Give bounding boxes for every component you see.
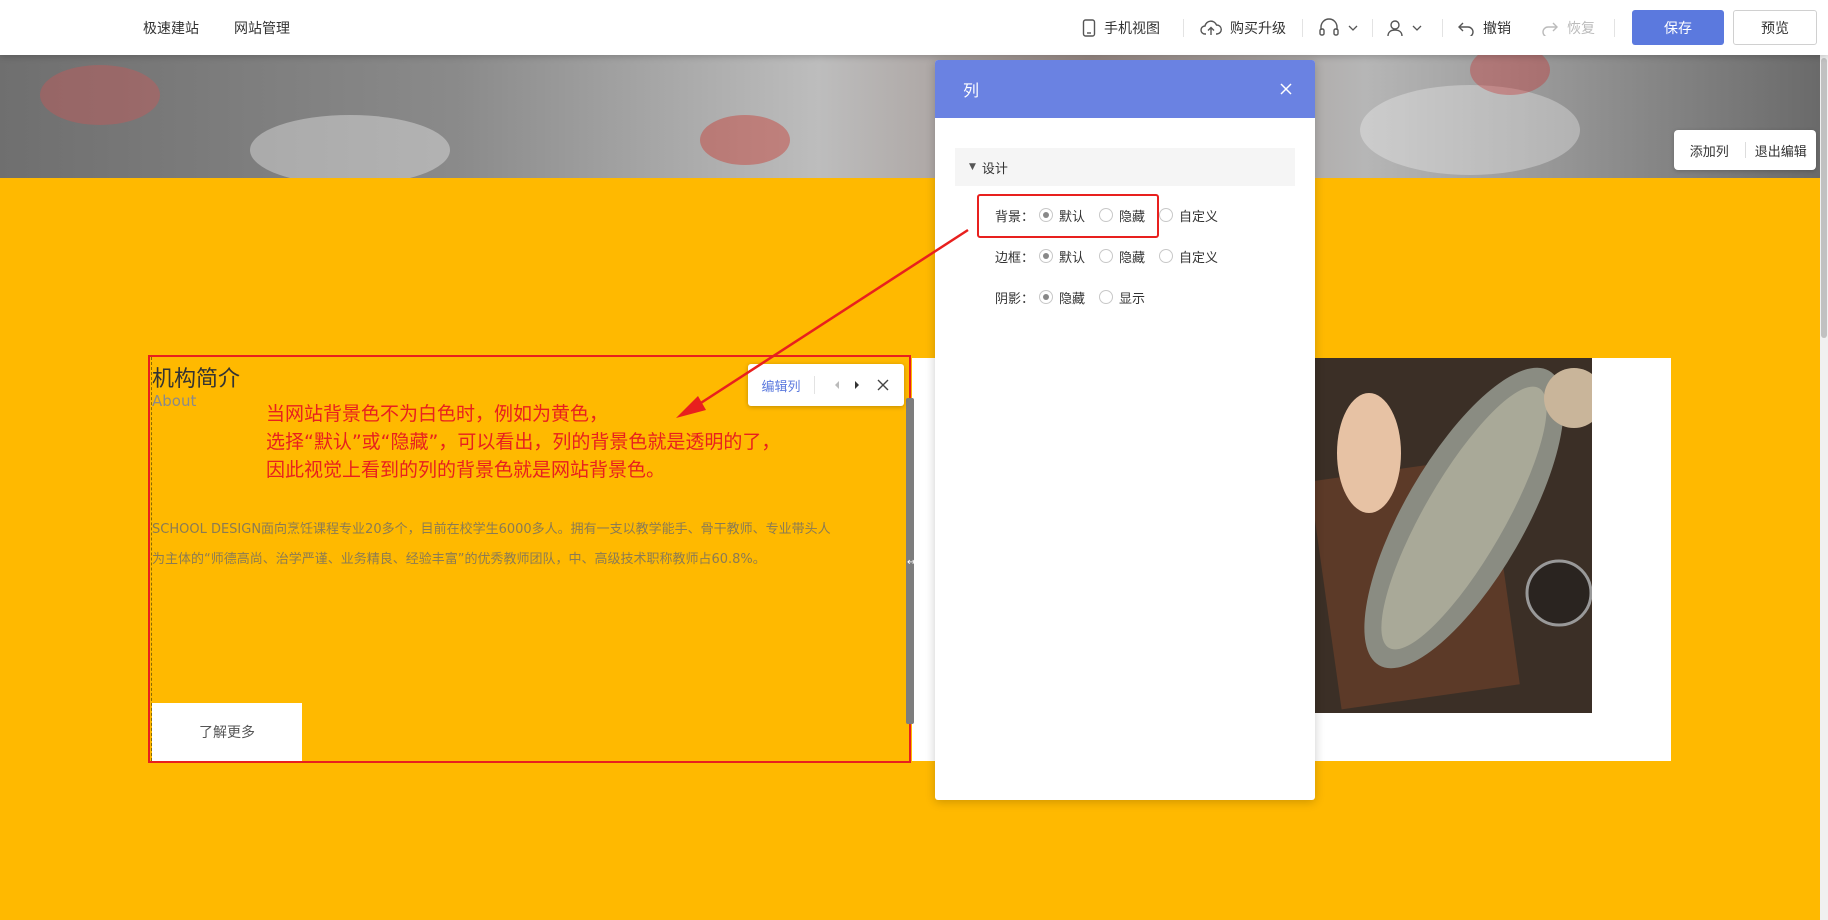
fish-illustration <box>1314 358 1592 713</box>
radio-label: 默认 <box>1059 250 1086 266</box>
user-menu[interactable] <box>1386 0 1422 55</box>
redo-icon <box>1542 22 1558 36</box>
radio-label: 自定义 <box>1179 209 1219 225</box>
radio-icon <box>1099 290 1114 304</box>
radio-icon <box>1159 249 1174 263</box>
upgrade-button[interactable]: 购买升级 <box>1200 0 1286 55</box>
about-subtitle[interactable]: About <box>152 392 196 410</box>
shadow-hidden-radio[interactable]: 隐藏 <box>1039 288 1085 307</box>
move-right-icon[interactable] <box>853 380 861 390</box>
redo-label: 恢复 <box>1567 20 1595 37</box>
preview-button[interactable]: 预览 <box>1733 10 1817 45</box>
shadow-show-radio[interactable]: 显示 <box>1099 288 1145 307</box>
top-toolbar: 极速建站 网站管理 手机视图 购买升级 撤销 恢复 保存 预览 <box>0 0 1828 55</box>
close-icon[interactable] <box>1275 78 1297 100</box>
mobile-phone-icon <box>1082 18 1096 37</box>
toolbar-divider <box>1302 19 1303 37</box>
panel-header: 列 <box>935 60 1315 118</box>
resize-grip-icon: ↔ <box>907 557 916 568</box>
move-left-icon[interactable] <box>833 380 841 390</box>
nav-site-manage-label[interactable]: 网站管理 <box>234 18 290 38</box>
upgrade-label: 购买升级 <box>1230 20 1286 37</box>
border-default-radio[interactable]: 默认 <box>1039 247 1085 266</box>
chevron-down-icon <box>1412 25 1422 31</box>
radio-icon <box>1039 290 1053 304</box>
undo-button[interactable]: 撤销 <box>1457 0 1511 55</box>
mobile-view-button[interactable]: 手机视图 <box>1082 0 1160 55</box>
border-hidden-radio[interactable]: 隐藏 <box>1099 247 1145 266</box>
undo-icon <box>1458 22 1474 36</box>
undo-label: 撤销 <box>1483 20 1511 37</box>
learn-more-button[interactable]: 了解更多 <box>152 703 302 761</box>
headset-icon <box>1319 17 1339 36</box>
scrollbar-thumb[interactable] <box>1821 58 1827 338</box>
toolbar-divider <box>1442 19 1443 37</box>
radio-icon <box>1039 249 1053 263</box>
user-icon <box>1387 19 1403 36</box>
toolbar-divider <box>814 376 815 394</box>
about-title[interactable]: 机构简介 <box>152 361 240 393</box>
column-settings-panel: 列 ▼ 设计 背景： 默认 隐藏 自定义 边框： 默认 隐藏 自定义 阴影： 隐… <box>935 60 1315 800</box>
background-custom-radio[interactable]: 自定义 <box>1159 206 1218 225</box>
add-column-button[interactable]: 添加列 <box>1674 141 1745 160</box>
toolbar-divider <box>1372 19 1373 37</box>
design-section-toggle[interactable]: ▼ 设计 <box>955 148 1295 186</box>
hero-decoration <box>1360 85 1580 175</box>
radio-icon <box>1159 208 1174 222</box>
cloud-upload-icon <box>1200 19 1222 35</box>
save-button[interactable]: 保存 <box>1632 10 1724 45</box>
hero-banner-image <box>0 55 1820 178</box>
column-actions-pill: 添加列 退出编辑 <box>1674 130 1816 170</box>
hero-decoration <box>700 115 790 165</box>
border-custom-radio[interactable]: 自定义 <box>1159 247 1218 266</box>
radio-label: 显示 <box>1119 291 1146 307</box>
annotation-line: 选择“默认”或“隐藏”，可以看出，列的背景色就是透明的了， <box>266 431 781 453</box>
border-label: 边框： <box>995 250 1035 266</box>
nav-quick-build-label[interactable]: 极速建站 <box>143 18 199 38</box>
shadow-option-row: 阴影： 隐藏 显示 <box>995 285 1159 309</box>
exit-edit-button[interactable]: 退出编辑 <box>1746 141 1817 160</box>
toolbar-divider <box>1183 19 1184 37</box>
design-section-label: 设计 <box>981 161 1008 177</box>
caret-down-icon: ▼ <box>969 162 976 172</box>
annotation-text: 当网站背景色不为白色时，例如为黄色， 选择“默认”或“隐藏”，可以看出，列的背景… <box>266 400 906 484</box>
nav-quick-build[interactable]: 极速建站 <box>143 0 199 55</box>
mobile-view-label: 手机视图 <box>1104 20 1160 37</box>
support-menu[interactable] <box>1318 0 1358 55</box>
edit-column-button[interactable]: 编辑列 <box>748 376 814 395</box>
radio-label: 自定义 <box>1179 250 1219 266</box>
radio-label: 隐藏 <box>1059 291 1086 307</box>
about-description[interactable]: SCHOOL DESIGN面向烹饪课程专业20多个，目前在校学生6000多人。拥… <box>152 515 842 575</box>
radio-label: 隐藏 <box>1119 250 1146 266</box>
close-icon[interactable] <box>877 379 889 391</box>
annotation-highlight-box <box>977 194 1159 238</box>
shadow-label: 阴影： <box>995 291 1035 307</box>
chevron-down-icon <box>1348 25 1358 31</box>
column-edit-toolbar: 编辑列 <box>748 364 904 406</box>
toolbar-divider <box>1614 19 1615 37</box>
hero-decoration <box>40 65 160 125</box>
annotation-line: 因此视觉上看到的列的背景色就是网站背景色。 <box>266 459 666 481</box>
radio-icon <box>1099 249 1114 263</box>
fish-photo[interactable] <box>1314 358 1592 713</box>
redo-button[interactable]: 恢复 <box>1541 0 1595 55</box>
border-option-row: 边框： 默认 隐藏 自定义 <box>995 244 1232 268</box>
left-column[interactable]: 机构简介 About SCHOOL DESIGN面向烹饪课程专业20多个，目前在… <box>148 355 911 763</box>
nav-site-manage[interactable]: 网站管理 <box>234 0 290 55</box>
hero-decoration <box>250 115 450 178</box>
panel-title: 列 <box>963 81 980 100</box>
